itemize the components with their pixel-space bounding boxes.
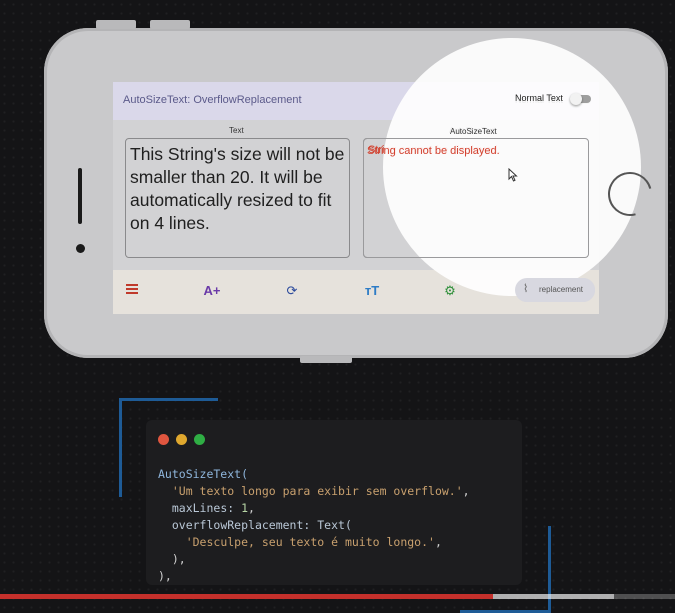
phone-side-button-3 bbox=[300, 356, 352, 363]
autosizetext-column-label-highlight: AutoSizeText bbox=[450, 127, 497, 136]
video-played-bar bbox=[0, 594, 493, 599]
normal-text-toggle-highlight[interactable] bbox=[570, 93, 591, 105]
code-comma: , bbox=[248, 501, 255, 515]
text-size-icon[interactable]: тT bbox=[363, 282, 381, 300]
code-comma: , bbox=[434, 535, 442, 549]
page-title: AutoSizeText: OverflowReplacement bbox=[123, 94, 302, 106]
phone-speaker bbox=[78, 168, 82, 224]
window-close-dot-icon bbox=[158, 434, 169, 445]
code-line: ), bbox=[158, 569, 172, 583]
video-progress-bar[interactable] bbox=[0, 594, 675, 599]
menu-icon[interactable] bbox=[123, 282, 141, 300]
long-text: This String's size will not be smaller t… bbox=[130, 144, 345, 233]
code-line: overflowReplacement: Text( bbox=[171, 518, 352, 532]
settings-icon[interactable]: ⚙ bbox=[441, 282, 459, 300]
code-comma: , bbox=[462, 484, 470, 498]
mouse-cursor-icon bbox=[508, 167, 518, 185]
code-window: AutoSizeText( 'Um texto longo para exibi… bbox=[146, 420, 522, 585]
window-minimize-dot-icon bbox=[176, 434, 187, 445]
code-value: 1 bbox=[241, 501, 249, 515]
toggle-knob bbox=[570, 93, 582, 105]
code-line: maxLines: bbox=[171, 501, 242, 515]
code-line: ), bbox=[171, 552, 186, 566]
text-box: This String's size will not be smaller t… bbox=[125, 138, 350, 258]
code-snippet: AutoSizeText( 'Um texto longo para exibi… bbox=[158, 466, 470, 585]
phone-side-button-1 bbox=[96, 20, 136, 29]
replacement-button-highlight[interactable]: ⌇ replacement bbox=[515, 278, 595, 302]
window-maximize-dot-icon bbox=[194, 434, 205, 445]
code-line: 'Desculpe, seu texto é muito longo.' bbox=[185, 535, 435, 549]
autosizetext-box-highlight bbox=[363, 138, 589, 258]
phone-side-button-2 bbox=[150, 20, 190, 29]
replacement-label: replacement bbox=[539, 285, 584, 294]
refresh-icon[interactable]: ⟳ bbox=[283, 282, 301, 300]
font-size-up-icon[interactable]: A+ bbox=[203, 282, 221, 300]
code-line: 'Um texto longo para exibir sem overflow… bbox=[171, 484, 463, 498]
text-column-label: Text bbox=[229, 126, 244, 135]
code-line: AutoSizeText( bbox=[158, 467, 249, 481]
phone-camera bbox=[76, 244, 85, 253]
normal-text-switch-label-highlight: Normal Text bbox=[515, 93, 563, 103]
replacement-icon: ⌇ bbox=[523, 283, 529, 295]
